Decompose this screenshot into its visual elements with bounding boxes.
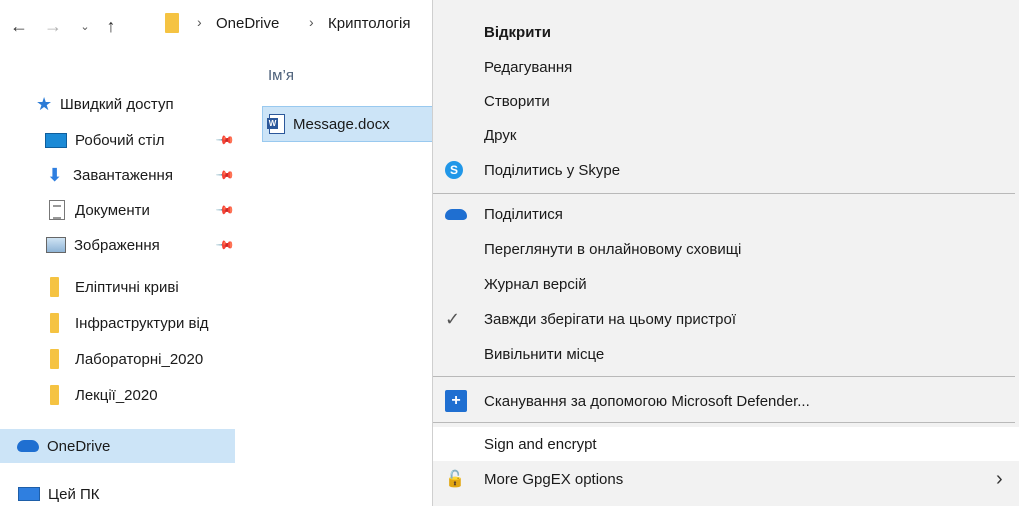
menu-item-always-keep[interactable]: ✓ Завжди зберігати на цьому пристрої — [433, 302, 1019, 336]
menu-item-defender-scan[interactable]: + Сканування за допомогою Microsoft Defe… — [433, 384, 1019, 418]
sidebar-item-onedrive[interactable]: OneDrive — [0, 429, 235, 463]
sidebar-item-label: Еліптичні криві — [75, 278, 179, 296]
menu-item-label: Сканування за допомогою Microsoft Defend… — [484, 392, 810, 410]
pin-icon: 📌 — [215, 164, 236, 186]
sidebar-item-this-pc[interactable]: Цей ПК — [0, 477, 236, 506]
desktop-icon — [45, 132, 67, 148]
lock-icon: 🔓 — [445, 471, 465, 488]
sidebar-item-desktop[interactable]: Робочий стіл 📌 — [0, 123, 236, 157]
back-arrow-icon[interactable]: ← — [8, 14, 30, 38]
menu-item-version-history[interactable]: Журнал версій — [433, 267, 1019, 301]
menu-item-label: Журнал версій — [484, 275, 587, 293]
menu-item-share[interactable]: Поділитися — [433, 197, 1019, 231]
sidebar-item-label: Документи — [75, 201, 150, 219]
sidebar-item-label: OneDrive — [47, 437, 111, 455]
menu-item-label: Редагування — [484, 58, 573, 76]
sidebar-item-label: Швидкий доступ — [60, 95, 174, 113]
menu-separator — [433, 422, 1015, 423]
breadcrumb-onedrive[interactable]: OneDrive — [216, 15, 279, 32]
forward-arrow-icon[interactable]: → — [42, 14, 64, 38]
documents-icon — [49, 200, 65, 220]
sidebar-item-label: Робочий стіл — [75, 131, 165, 149]
menu-item-edit[interactable]: Редагування — [433, 50, 1019, 84]
menu-separator — [433, 376, 1015, 377]
file-name: Message.docx — [293, 115, 390, 133]
onedrive-cloud-icon — [17, 440, 39, 452]
checkmark-icon: ✓ — [445, 308, 461, 329]
address-bar: ← → ⌄ ↑ › OneDrive › Криптологія — [0, 0, 432, 56]
sidebar-item-label: Лабораторні_2020 — [75, 350, 204, 368]
menu-item-print[interactable]: Друк — [433, 118, 1019, 152]
sidebar-item-lectures-2020[interactable]: Лекції_2020 — [0, 378, 236, 412]
column-header-name[interactable]: Ім’я — [268, 67, 294, 84]
defender-shield-icon: + — [445, 390, 467, 412]
folder-icon — [50, 349, 59, 369]
folder-icon — [50, 277, 59, 297]
sidebar-item-documents[interactable]: Документи 📌 — [0, 193, 236, 227]
navigation-pane: ★ Швидкий доступ Робочий стіл 📌 ⬇ Завант… — [0, 80, 240, 506]
sidebar-item-elliptic-curves[interactable]: Еліптичні криві — [0, 270, 236, 304]
sidebar-item-label: Цей ПК — [48, 485, 100, 503]
menu-item-label: Переглянути в онлайновому сховищі — [484, 240, 742, 258]
pin-icon: 📌 — [215, 129, 236, 151]
menu-item-label: More GpgEX options — [484, 470, 624, 488]
menu-item-new[interactable]: Створити — [433, 84, 1019, 118]
submenu-arrow-icon: › — [996, 467, 1003, 490]
star-icon: ★ — [36, 94, 53, 114]
breadcrumb-separator-icon[interactable]: › — [309, 14, 314, 30]
computer-icon — [18, 487, 40, 501]
sidebar-item-pictures[interactable]: Зображення 📌 — [0, 228, 236, 262]
sidebar-item-label: Зображення — [74, 236, 160, 254]
folder-icon — [50, 313, 59, 333]
pin-icon: 📌 — [215, 199, 236, 221]
file-item[interactable]: Message.docx — [262, 106, 434, 142]
menu-item-label: Завжди зберігати на цьому пристрої — [484, 310, 737, 328]
menu-separator — [433, 193, 1015, 194]
menu-item-share-skype[interactable]: S Поділитись у Skype — [433, 153, 1019, 187]
menu-item-free-up-space[interactable]: Вивільнити місце — [433, 337, 1019, 371]
menu-item-more-gpgex[interactable]: 🔓 More GpgEX options › — [433, 462, 1019, 496]
pin-icon: 📌 — [215, 234, 236, 256]
sidebar-item-label: Завантаження — [73, 166, 173, 184]
context-menu: Відкрити Редагування Створити Друк S Под… — [432, 0, 1019, 506]
skype-icon: S — [445, 161, 463, 179]
folder-icon — [165, 13, 179, 33]
sidebar-item-infrastructures[interactable]: Інфраструктури від — [0, 306, 236, 340]
recent-locations-chevron-icon[interactable]: ⌄ — [74, 14, 96, 38]
menu-item-label: Поділитись у Skype — [484, 161, 621, 179]
onedrive-cloud-icon — [445, 208, 467, 220]
folder-icon — [50, 385, 59, 405]
menu-item-label: Друк — [484, 126, 517, 144]
sidebar-item-label: Інфраструктури від — [75, 314, 209, 332]
breadcrumb-cryptology[interactable]: Криптологія — [328, 15, 430, 32]
up-arrow-icon[interactable]: ↑ — [100, 14, 122, 38]
menu-item-label: Створити — [484, 92, 550, 110]
menu-item-view-online[interactable]: Переглянути в онлайновому сховищі — [433, 232, 1019, 266]
download-arrow-icon: ⬇ — [47, 165, 63, 185]
sidebar-item-labs-2020[interactable]: Лабораторні_2020 — [0, 342, 236, 376]
pictures-icon — [46, 237, 66, 253]
word-document-icon — [267, 114, 285, 134]
menu-item-label: Вивільнити місце — [484, 345, 605, 363]
sidebar-item-label: Лекції_2020 — [75, 386, 158, 404]
sidebar-item-quick-access[interactable]: ★ Швидкий доступ — [0, 87, 236, 121]
menu-item-label: Поділитися — [484, 205, 563, 223]
menu-item-open[interactable]: Відкрити — [433, 15, 1019, 49]
menu-item-label: Відкрити — [484, 23, 551, 41]
menu-item-sign-encrypt[interactable]: Sign and encrypt — [433, 427, 1019, 461]
sidebar-item-downloads[interactable]: ⬇ Завантаження 📌 — [0, 158, 236, 192]
menu-item-label: Sign and encrypt — [484, 435, 597, 453]
breadcrumb-separator-icon[interactable]: › — [197, 14, 202, 30]
